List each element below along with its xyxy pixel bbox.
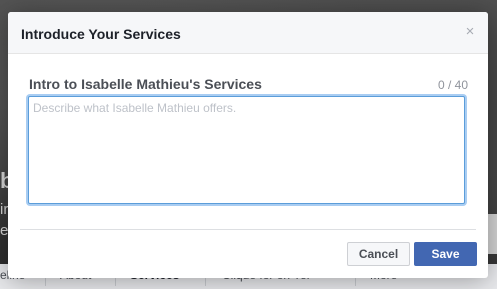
save-button[interactable]: Save — [414, 242, 477, 266]
close-icon[interactable]: × — [462, 24, 478, 40]
background-text-fragment: e — [0, 222, 8, 239]
background-page-title-fragment: b — [0, 168, 8, 193]
background-text-fragment: ir — [0, 201, 8, 218]
intro-field-label: Intro to Isabelle Mathieu's Services — [29, 76, 262, 92]
dialog-header: Introduce Your Services × — [8, 12, 488, 54]
introduce-services-dialog: Introduce Your Services × Intro to Isabe… — [8, 12, 488, 278]
character-counter: 0 / 40 — [437, 78, 468, 92]
services-intro-textarea[interactable] — [28, 96, 465, 204]
dialog-title: Introduce Your Services — [21, 26, 181, 42]
footer-divider — [20, 229, 476, 230]
cancel-button[interactable]: Cancel — [347, 242, 410, 266]
